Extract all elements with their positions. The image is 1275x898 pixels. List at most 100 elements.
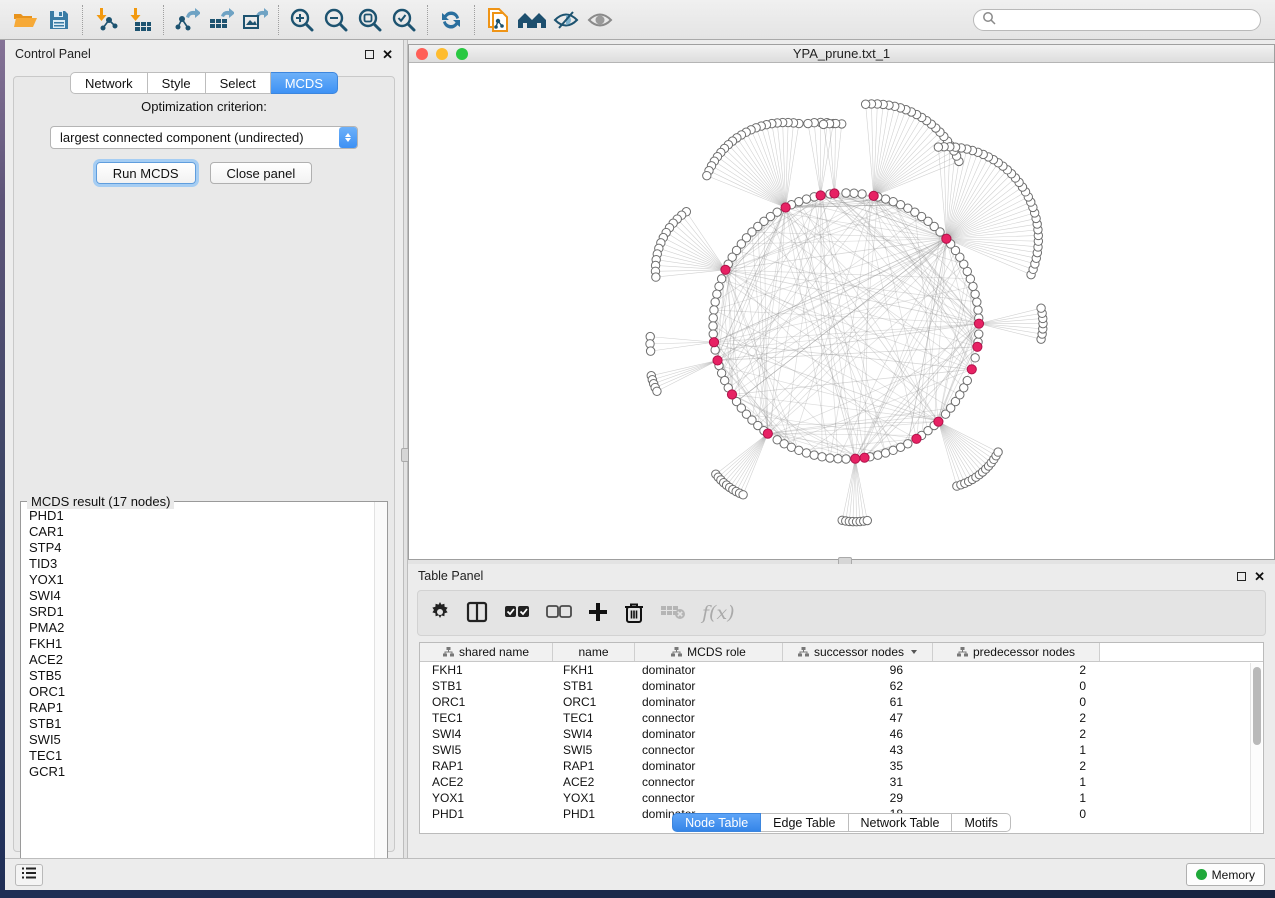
import-network-button[interactable]: [89, 4, 123, 36]
zoom-fit-button[interactable]: [353, 4, 387, 36]
table-cell: ACE2: [553, 775, 635, 789]
mcds-result-item[interactable]: STB1: [22, 716, 374, 732]
column-header-shared-name[interactable]: shared name: [420, 643, 553, 661]
criterion-selected-value: largest connected component (undirected): [60, 130, 304, 145]
clone-network-icon: [485, 6, 511, 34]
mcds-result-item[interactable]: SRD1: [22, 604, 374, 620]
tab-select[interactable]: Select: [206, 72, 271, 94]
table-row[interactable]: STB1STB1dominator620: [420, 678, 1263, 694]
float-panel-icon[interactable]: [1237, 572, 1246, 581]
column-view-button[interactable]: [466, 601, 488, 626]
mcds-list-scrollbar[interactable]: [374, 502, 387, 872]
run-mcds-button[interactable]: Run MCDS: [96, 162, 196, 184]
close-panel-icon[interactable]: ✕: [382, 48, 393, 61]
table-scrollbar-thumb[interactable]: [1253, 667, 1261, 745]
show-all-button[interactable]: [583, 4, 617, 36]
task-history-button[interactable]: [15, 864, 43, 886]
save-session-button[interactable]: [42, 4, 76, 36]
import-table-icon: [127, 7, 153, 33]
zoom-out-button[interactable]: [319, 4, 353, 36]
delete-column-button[interactable]: [624, 601, 644, 626]
table-cell: 1: [933, 743, 1100, 757]
table-settings-button[interactable]: [430, 602, 450, 625]
table-row[interactable]: TEC1TEC1connector472: [420, 710, 1263, 726]
tab-edge-table[interactable]: Edge Table: [761, 813, 848, 832]
mcds-result-item[interactable]: ACE2: [22, 652, 374, 668]
refresh-button[interactable]: [434, 4, 468, 36]
column-header-predecessor-nodes[interactable]: predecessor nodes: [933, 643, 1100, 661]
column-header-name[interactable]: name: [553, 643, 635, 661]
table-row[interactable]: YOX1YOX1connector291: [420, 790, 1263, 806]
table-cell: dominator: [635, 759, 783, 773]
tab-network[interactable]: Network: [70, 72, 148, 94]
select-all-button[interactable]: [504, 605, 530, 622]
table-cell: dominator: [635, 695, 783, 709]
search-field[interactable]: [973, 9, 1261, 31]
add-column-button[interactable]: [588, 602, 608, 625]
table-cell: 96: [783, 663, 933, 677]
table-cell: YOX1: [553, 791, 635, 805]
node-table-body[interactable]: FKH1FKH1dominator962STB1STB1dominator620…: [420, 662, 1263, 822]
import-table-button[interactable]: [123, 4, 157, 36]
clone-network-button[interactable]: [481, 4, 515, 36]
mcds-result-item[interactable]: RAP1: [22, 700, 374, 716]
export-table-button[interactable]: [204, 4, 238, 36]
hide-selected-button[interactable]: [549, 4, 583, 36]
tab-motifs[interactable]: Motifs: [952, 813, 1010, 832]
tab-node-table[interactable]: Node Table: [672, 813, 761, 832]
column-header-MCDS-role[interactable]: MCDS role: [635, 643, 783, 661]
table-panel: Table Panel ✕ f(x) shared namenameMCDS r…: [408, 564, 1275, 858]
search-input[interactable]: [997, 13, 1252, 27]
deselect-all-button[interactable]: [546, 605, 572, 622]
mcds-result-item[interactable]: FKH1: [22, 636, 374, 652]
network-canvas[interactable]: [409, 64, 1274, 559]
mcds-result-item[interactable]: SWI4: [22, 588, 374, 604]
mcds-result-list[interactable]: PHD1CAR1STP4TID3YOX1SWI4SRD1PMA2FKH1ACE2…: [22, 508, 374, 871]
tab-network-table[interactable]: Network Table: [849, 813, 953, 832]
zoom-in-button[interactable]: [285, 4, 319, 36]
select-stepper-icon: [339, 127, 357, 148]
houses-icon-button[interactable]: [515, 4, 549, 36]
table-cell: dominator: [635, 663, 783, 677]
open-session-button[interactable]: [8, 4, 42, 36]
close-panel-button[interactable]: Close panel: [210, 162, 313, 184]
column-header-successor-nodes[interactable]: successor nodes: [783, 643, 933, 661]
toolbar-separator: [427, 5, 428, 35]
close-panel-icon[interactable]: ✕: [1254, 570, 1265, 583]
zoom-selected-button[interactable]: [387, 4, 421, 36]
mcds-result-item[interactable]: PMA2: [22, 620, 374, 636]
mcds-result-item[interactable]: CAR1: [22, 524, 374, 540]
delete-table-button[interactable]: [660, 603, 686, 624]
export-image-button[interactable]: [238, 4, 272, 36]
export-network-icon: [174, 7, 200, 33]
table-row[interactable]: SWI4SWI4dominator462: [420, 726, 1263, 742]
tab-mcds[interactable]: MCDS: [271, 72, 338, 94]
mcds-result-item[interactable]: ORC1: [22, 684, 374, 700]
table-row[interactable]: ORC1ORC1dominator610: [420, 694, 1263, 710]
criterion-select[interactable]: largest connected component (undirected): [50, 126, 358, 149]
mcds-result-item[interactable]: TID3: [22, 556, 374, 572]
table-row[interactable]: RAP1RAP1dominator352: [420, 758, 1263, 774]
table-cell: connector: [635, 743, 783, 757]
gear-icon: [430, 602, 450, 625]
memory-button[interactable]: Memory: [1186, 863, 1265, 886]
mcds-result-item[interactable]: SWI5: [22, 732, 374, 748]
table-cell: dominator: [635, 727, 783, 741]
float-panel-icon[interactable]: [365, 50, 374, 59]
mcds-result-item[interactable]: STP4: [22, 540, 374, 556]
mcds-result-item[interactable]: YOX1: [22, 572, 374, 588]
table-row[interactable]: ACE2ACE2connector311: [420, 774, 1263, 790]
function-builder-button[interactable]: f(x): [702, 602, 735, 624]
table-scrollbar[interactable]: [1250, 663, 1262, 832]
mcds-result-item[interactable]: GCR1: [22, 764, 374, 780]
table-cell: 0: [933, 695, 1100, 709]
mcds-result-item[interactable]: PHD1: [22, 508, 374, 524]
tab-style[interactable]: Style: [148, 72, 206, 94]
network-titlebar[interactable]: YPA_prune.txt_1: [409, 45, 1274, 63]
table-row[interactable]: FKH1FKH1dominator962: [420, 662, 1263, 678]
table-row[interactable]: SWI5SWI5connector431: [420, 742, 1263, 758]
export-network-button[interactable]: [170, 4, 204, 36]
mcds-result-item[interactable]: TEC1: [22, 748, 374, 764]
table-cell: RAP1: [420, 759, 553, 773]
mcds-result-item[interactable]: STB5: [22, 668, 374, 684]
